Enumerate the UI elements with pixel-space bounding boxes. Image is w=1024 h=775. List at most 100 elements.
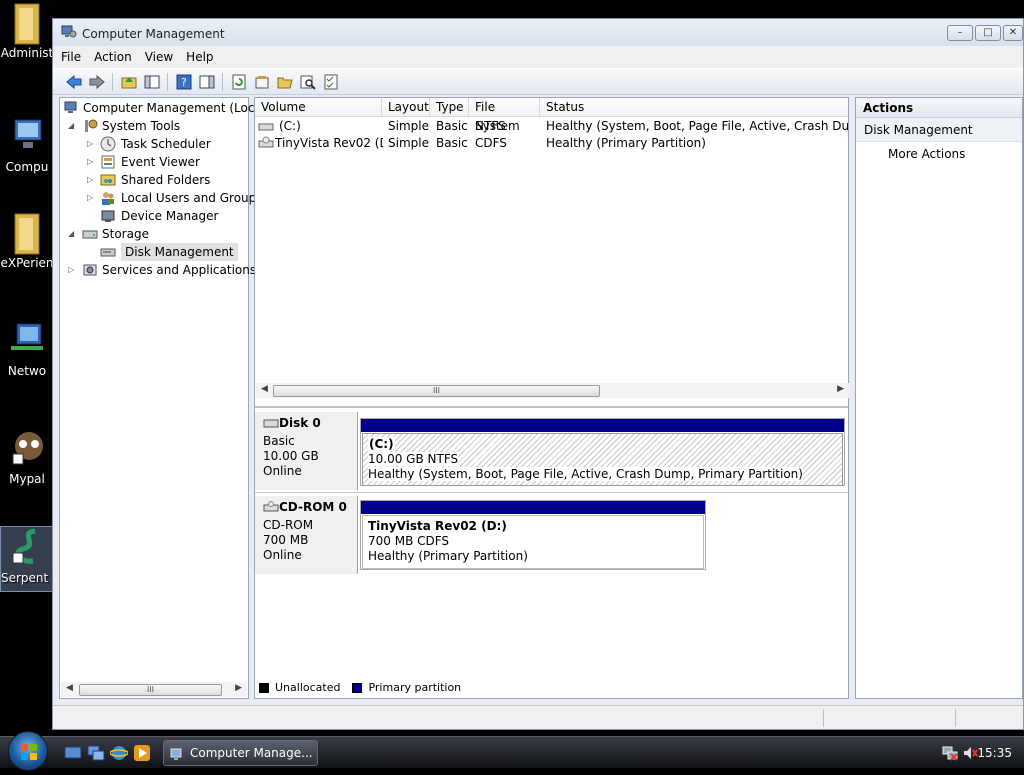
menu-action[interactable]: Action (94, 50, 132, 64)
scrollbar-thumb[interactable]: III (79, 684, 222, 696)
scroll-right-arrow-icon[interactable]: ▶ (235, 683, 242, 693)
console-tree-icon (144, 75, 159, 88)
open-button[interactable] (274, 71, 295, 92)
computer-icon (9, 116, 45, 156)
cdrom-0-label[interactable]: CD-ROM 0 CD-ROM 700 MB Online (255, 496, 358, 574)
menu-file[interactable]: File (61, 50, 81, 64)
scroll-left-arrow-icon[interactable]: ◀ (66, 683, 73, 693)
properties-button[interactable] (251, 71, 272, 92)
mypal-icon (9, 428, 45, 468)
computer-management-icon (170, 746, 186, 770)
clock-icon (100, 136, 116, 152)
volume-list-header: Volume Layout Type File System Status (255, 98, 848, 133)
svg-text:?: ? (181, 76, 187, 89)
windows-logo-icon (21, 744, 37, 760)
collapse-arrow-icon[interactable]: ◢ (68, 117, 78, 135)
forward-arrow-icon (89, 74, 105, 89)
taskbar-button-computer-management[interactable]: Computer Manage... (163, 740, 318, 766)
internet-explorer-icon[interactable] (109, 744, 129, 762)
partition-d[interactable]: TinyVista Rev02 (D:) 700 MB CDFS Healthy… (360, 500, 706, 570)
help-icon: ? (176, 74, 191, 89)
switch-windows-icon[interactable] (87, 744, 105, 762)
close-button[interactable]: ✕ (1003, 25, 1023, 41)
refresh-button[interactable] (228, 71, 249, 92)
disk-legend: Unallocated Primary partition (259, 678, 461, 698)
network-icon (9, 320, 45, 360)
folder-up-icon (121, 76, 136, 88)
desktop-icon-mypal[interactable]: Mypal (0, 428, 54, 486)
window-title: Computer Management (82, 27, 225, 41)
disk-0-label[interactable]: Disk 0 Basic 10.00 GB Online (255, 412, 358, 490)
forward-button[interactable] (86, 71, 107, 92)
desktop-icon-computer[interactable]: Compu (0, 116, 54, 174)
volume-list-horizontal-scrollbar[interactable]: ◀ III ▶ (256, 383, 849, 398)
expand-arrow-icon[interactable]: ▷ (87, 171, 97, 189)
folder-icon (9, 212, 45, 255)
folder-icon (9, 2, 45, 45)
partition-c[interactable]: (C:) 10.00 GB NTFS Healthy (System, Boot… (360, 418, 845, 486)
unallocated-swatch (259, 683, 269, 693)
users-icon (100, 190, 116, 206)
more-actions-link[interactable]: More Actions (856, 142, 1022, 166)
column-header-file-system[interactable]: File System (469, 98, 540, 133)
show-hide-action-pane-button[interactable] (196, 71, 217, 92)
column-header-volume[interactable]: Volume (255, 98, 382, 117)
menu-help[interactable]: Help (186, 50, 213, 64)
volume-row[interactable]: TinyVista Rev02 (D:) Simple Basic CDFS H… (255, 135, 848, 152)
back-button[interactable] (63, 71, 84, 92)
column-header-type[interactable]: Type (430, 98, 469, 117)
collapse-arrow-icon[interactable]: ◢ (68, 225, 78, 243)
show-desktop-icon[interactable] (64, 744, 82, 762)
computer-management-window[interactable]: Computer Management – □ ✕ File Action Vi… (52, 18, 1024, 730)
desktop-icon-label: Administ (0, 46, 54, 60)
show-hide-console-tree-button[interactable] (141, 71, 162, 92)
desktop-icon-administrator[interactable]: Administ (0, 2, 54, 60)
up-one-level-button[interactable] (118, 71, 139, 92)
disk-management-icon (100, 244, 116, 260)
help-button[interactable]: ? (173, 71, 194, 92)
hard-disk-icon (263, 417, 279, 433)
expand-arrow-icon[interactable]: ▷ (87, 189, 97, 207)
computer-management-icon (61, 25, 77, 39)
column-header-layout[interactable]: Layout (382, 98, 430, 117)
desktop-icon-serpent[interactable]: Serpent I (0, 526, 54, 592)
back-arrow-icon (65, 74, 81, 89)
settings-button[interactable] (320, 71, 341, 92)
console-tree[interactable]: Computer Management (Local ◢ System Tool… (59, 97, 265, 699)
refresh-icon (232, 74, 245, 89)
expand-arrow-icon[interactable]: ▷ (68, 261, 78, 279)
volume-row[interactable]: (C:) Simple Basic NTFS Healthy (System, … (255, 118, 848, 135)
menu-view[interactable]: View (145, 50, 173, 64)
actions-pane: Actions Disk Management More Actions (855, 97, 1023, 699)
clock[interactable]: 15:35 (977, 746, 1012, 760)
title-bar[interactable]: Computer Management – □ ✕ (53, 19, 1023, 46)
media-player-icon[interactable] (133, 744, 151, 762)
start-button[interactable] (8, 731, 48, 771)
event-viewer-icon (100, 154, 116, 170)
minimize-button[interactable]: – (947, 25, 973, 41)
network-status-icon[interactable] (942, 745, 958, 764)
column-header-status[interactable]: Status (540, 98, 848, 117)
maximize-button[interactable]: □ (975, 25, 1001, 41)
expand-arrow-icon[interactable]: ▷ (87, 135, 97, 153)
folder-open-icon (277, 77, 293, 88)
properties-icon (255, 75, 268, 88)
desktop-icon-label: Netwo (7, 364, 47, 378)
scrollbar-thumb[interactable]: III (273, 385, 600, 397)
tree-horizontal-scrollbar[interactable]: ◀ III ▶ (61, 682, 247, 697)
search-button[interactable] (297, 71, 318, 92)
desktop-icon-experience[interactable]: eXPerien (0, 212, 54, 270)
actions-section-disk-management[interactable]: Disk Management (856, 118, 1022, 142)
menu-bar: File Action View Help (53, 46, 1023, 68)
cd-drive-icon (263, 501, 279, 517)
device-manager-icon (100, 208, 116, 224)
services-icon (82, 262, 98, 278)
scroll-right-arrow-icon[interactable]: ▶ (837, 384, 844, 394)
desktop-icon-network[interactable]: Netwo (0, 320, 54, 378)
volume-muted-icon[interactable] (962, 745, 978, 764)
desktop-icon-label: Serpent I (1, 571, 53, 585)
actions-header: Actions (856, 98, 1022, 118)
expand-arrow-icon[interactable]: ▷ (87, 153, 97, 171)
disk-graphical-view: Disk 0 Basic 10.00 GB Online (C:) 10.00 … (255, 406, 848, 698)
scroll-left-arrow-icon[interactable]: ◀ (261, 384, 268, 394)
